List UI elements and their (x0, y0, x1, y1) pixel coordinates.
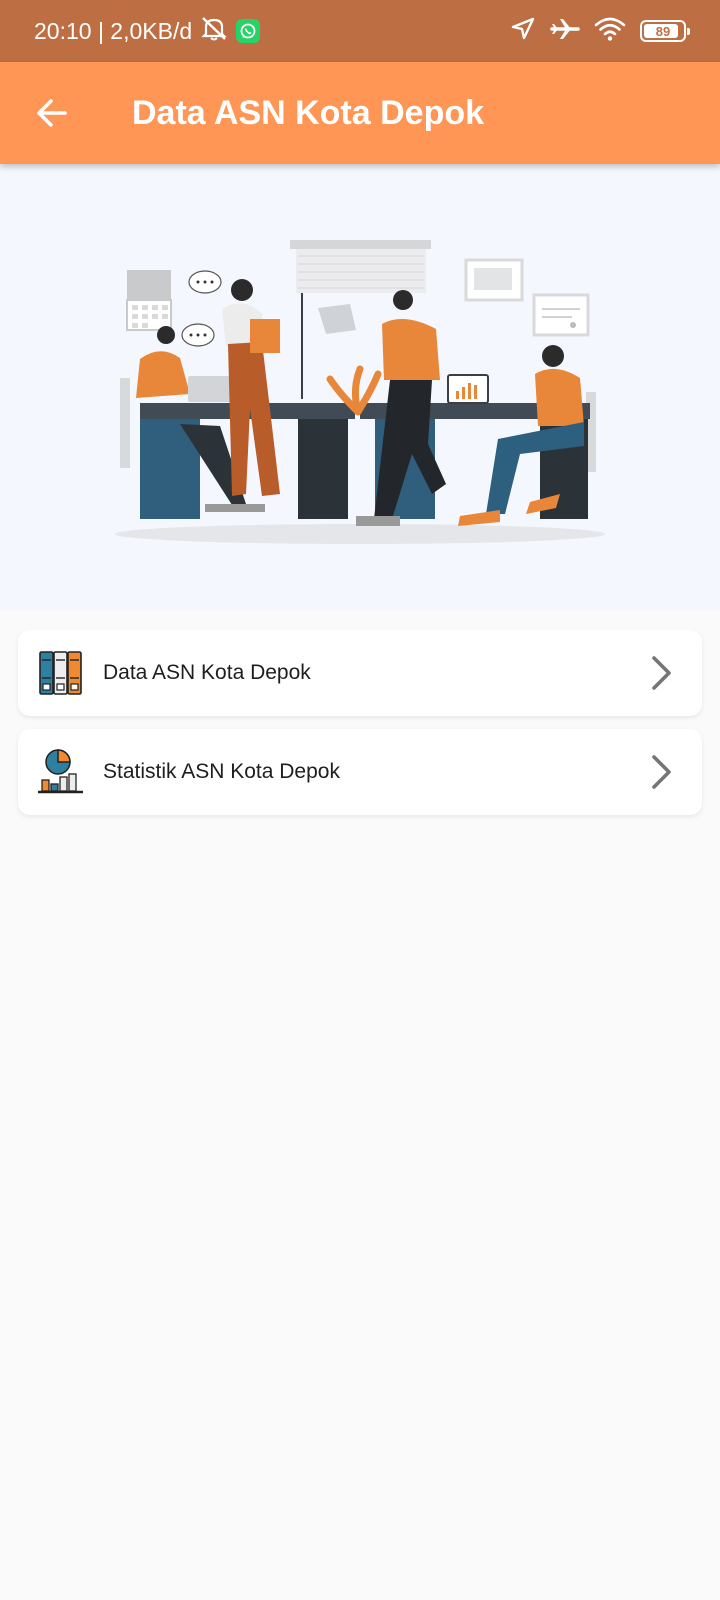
hero-banner (0, 164, 720, 610)
menu-item-statistik-asn[interactable]: Statistik ASN Kota Depok (18, 729, 702, 815)
menu-item-label: Statistik ASN Kota Depok (103, 760, 340, 783)
status-time-network: 20:10 | 2,0KB/d (34, 17, 193, 44)
location-icon (510, 16, 536, 47)
wifi-icon (594, 16, 626, 47)
back-button[interactable] (22, 83, 82, 143)
menu-item-label: Data ASN Kota Depok (103, 661, 311, 684)
app-bar: Data ASN Kota Depok (0, 62, 720, 164)
office-team-illustration (115, 240, 605, 544)
chevron-right-icon (652, 755, 671, 789)
menu-item-data-asn[interactable]: Data ASN Kota Depok (18, 630, 702, 716)
arrow-left-icon (37, 99, 67, 127)
statistics-chart-icon (38, 749, 83, 794)
battery-icon: 89 (640, 20, 690, 42)
page-title: Data ASN Kota Depok (132, 93, 485, 132)
status-bar: 20:10 | 2,0KB/d 89 (0, 0, 720, 62)
battery-level: 89 (655, 23, 671, 39)
chevron-right-icon (652, 656, 671, 690)
bell-off-icon (200, 15, 228, 47)
status-right: 89 (510, 16, 690, 47)
binders-icon (39, 651, 82, 695)
airplane-icon (550, 16, 580, 47)
status-left: 20:10 | 2,0KB/d (34, 15, 261, 47)
whatsapp-icon (236, 19, 261, 43)
menu-list: Data ASN Kota Depok Statistik ASN Kota D… (18, 630, 702, 828)
